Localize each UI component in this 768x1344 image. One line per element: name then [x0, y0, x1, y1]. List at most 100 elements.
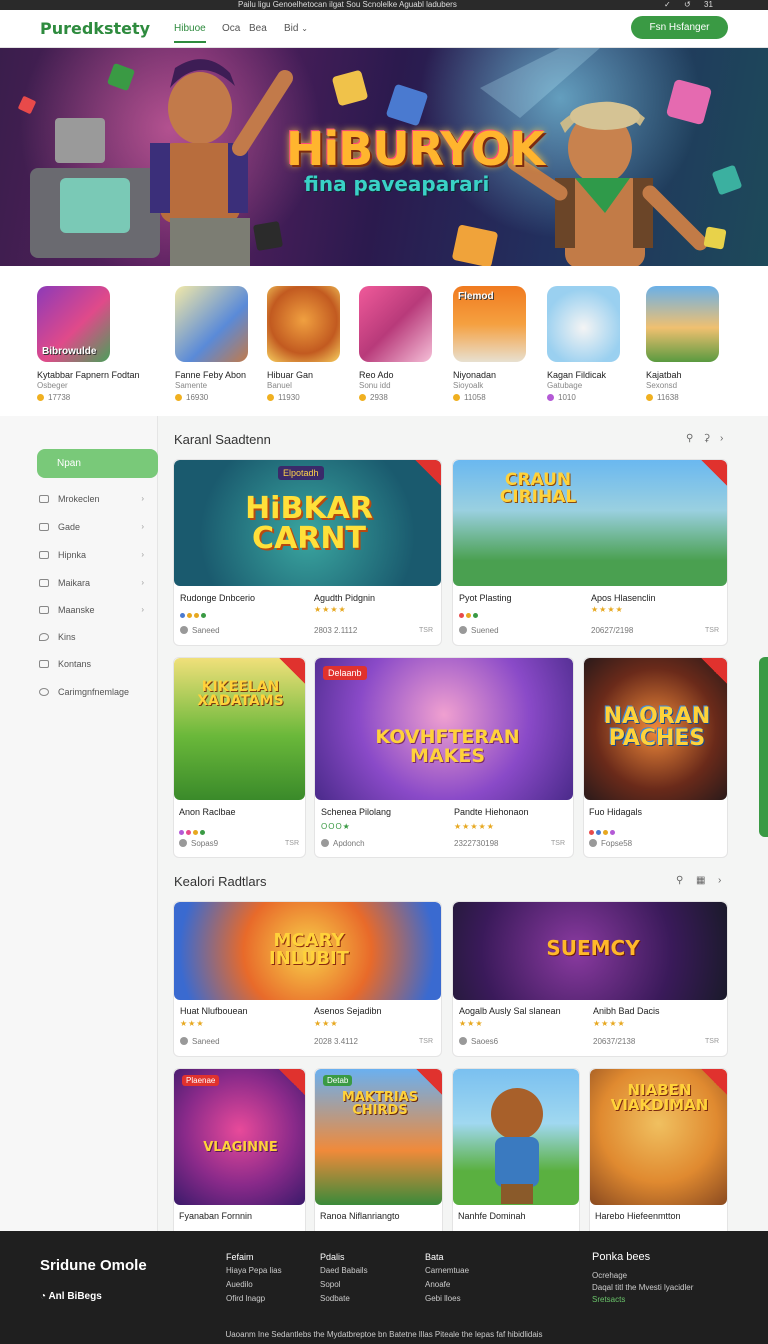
chevron-down-icon: ⌄	[301, 24, 308, 33]
footer-link[interactable]: Anoafe	[425, 1278, 469, 1292]
app-thumbnail	[646, 286, 719, 362]
top-announcement-bar: Pailu ligu Genoelhetocan ilgat Sou Scnol…	[0, 0, 768, 10]
app-rating-value: 16930	[186, 393, 209, 402]
coin-icon	[453, 394, 460, 401]
nav-item-home[interactable]: Hibuoe	[174, 23, 206, 43]
footer-link[interactable]: Ocrehage	[592, 1270, 762, 1282]
filter-icon[interactable]: ⚳	[703, 433, 710, 444]
footer-brand-secondary[interactable]: ◔ Anl BiBegs	[40, 1291, 102, 1302]
game-title: Schenea Pilolang	[321, 807, 392, 817]
game-title: Agudth Pidgnin	[314, 593, 376, 603]
game-card-image: CRAUN CIRIHAL	[453, 460, 727, 586]
nav-item-dropdown[interactable]: Bid ⌄	[284, 23, 308, 34]
app-tile[interactable]: Kagan Fildicak Gatubage 1010	[547, 286, 629, 402]
game-title: Pyot Plasting	[459, 593, 512, 603]
chevron-right-icon: ›	[141, 522, 144, 531]
sidebar-item[interactable]: Carimgnfnemlage	[39, 685, 154, 699]
nav-item-2[interactable]: Oca	[222, 23, 240, 34]
search-icon[interactable]: ⚲	[686, 433, 693, 444]
sidebar-item[interactable]: Hipnka ›	[39, 548, 144, 562]
nav-item-dropdown-label: Bid	[284, 23, 299, 34]
game-card-image: SUEMCY	[453, 902, 727, 1000]
footer-link[interactable]: Sretsacts	[592, 1294, 762, 1306]
ribbon-badge	[416, 1069, 442, 1095]
game-card[interactable]: MCARY INLUBIT Huat Nlufbouean ★★★ Asenos…	[173, 901, 442, 1057]
signup-button[interactable]: Fsn Hsfanger	[631, 16, 728, 39]
app-rating: 16930	[175, 393, 257, 402]
game-card[interactable]: VLAGINNE Plaenae Fyanaban Fornnin	[173, 1068, 306, 1231]
app-tile[interactable]: Reo Ado Sonu idd 2938	[359, 286, 441, 402]
game-meta-label: Suened	[471, 626, 499, 635]
game-card[interactable]: KIKEELAN XADATAMS Anon Raclbae Sopas9 TS…	[173, 657, 306, 858]
app-title: Niyonadan	[453, 370, 497, 380]
app-subtitle: Banuel	[267, 381, 292, 390]
check-icon: ✓	[664, 0, 671, 9]
sidebar-item[interactable]: Kins	[39, 630, 144, 644]
chevron-right-icon[interactable]: ›	[720, 433, 723, 444]
footer-link[interactable]: Daqal titl the Mvesti lyacidler	[592, 1282, 762, 1294]
game-card[interactable]: NIABEN VIAKDIMAN Harebo Hiefeenmtton	[589, 1068, 728, 1231]
footer-link[interactable]: Carnemtuae	[425, 1264, 469, 1278]
footer-link[interactable]: Sodbate	[320, 1292, 368, 1306]
sidebar-item[interactable]: Maanske ›	[39, 603, 144, 617]
app-title: Hibuar Gan	[267, 370, 314, 380]
game-date: 20627/2198	[591, 626, 634, 635]
footer-link[interactable]: Hiaya Pepa lias	[226, 1264, 282, 1278]
footer-link[interactable]: Sopol	[320, 1278, 368, 1292]
game-card-image: NAORAN PACHES	[584, 658, 727, 800]
search-icon[interactable]: ⚲	[676, 875, 683, 886]
footer-link[interactable]: Auedilo	[226, 1278, 282, 1292]
rating-dots	[459, 605, 480, 623]
app-tile[interactable]: Hibuar Gan Banuel 11930	[267, 286, 349, 402]
user-icon	[459, 626, 467, 634]
footer-brand[interactable]: Sridune Omole	[40, 1257, 147, 1274]
footer-link[interactable]: Ofird lnagp	[226, 1292, 282, 1306]
game-card-image: KIKEELAN XADATAMS	[174, 658, 305, 800]
game-card[interactable]: CRAUN CIRIHAL Pyot Plasting Apos Hlasenc…	[452, 459, 728, 646]
game-card[interactable]: HiBKAR CARNT Elpotadh Rudonge Dnbcerio A…	[173, 459, 442, 646]
game-card[interactable]: KOVHFTERAN MAKES Delaanb Schenea Pilolan…	[314, 657, 574, 858]
footer-link[interactable]: Daed Babails	[320, 1264, 368, 1278]
chevron-right-icon[interactable]: ›	[718, 875, 721, 886]
star-rating: ★★★	[180, 1019, 205, 1028]
app-thumbnail-label: Bibrowulde	[42, 346, 97, 357]
game-art-title: NAORAN PACHES	[603, 704, 711, 751]
game-card[interactable]: Nanhfe Dominah	[452, 1068, 580, 1231]
app-tile[interactable]: Fanne Feby Abon Samente 16930	[175, 286, 257, 402]
search-icon	[321, 839, 329, 847]
sidebar-item[interactable]: Kontans	[39, 657, 144, 671]
grid-icon	[39, 579, 49, 587]
star-rating: ★★★★★	[454, 822, 495, 831]
age-badge: TSR	[705, 627, 719, 634]
app-tile[interactable]: Flemod Niyonadan Sioyoalk 11058	[453, 286, 535, 402]
nav-item-3[interactable]: Bea	[249, 23, 267, 34]
sidebar-item-label: Mrokeclen	[58, 494, 100, 504]
app-tile[interactable]: Bibrowulde Kytabbar Fapnern Fodtan Osbeg…	[37, 286, 140, 402]
game-meta-label: Saneed	[192, 626, 220, 635]
section-title: Karanl Saadtenn	[174, 432, 271, 447]
game-card-image: HiBKAR CARNT Elpotadh	[174, 460, 441, 586]
ribbon-badge	[701, 1069, 727, 1095]
settings-icon	[39, 688, 49, 696]
game-card[interactable]: MAKTRIAS CHIRDS Detab Ranoa Niflanriangt…	[314, 1068, 443, 1231]
grid-icon[interactable]: ▦	[696, 875, 705, 886]
site-header: Puredkstety Hibuoe Oca Bea Bid ⌄ Fsn Hsf…	[0, 10, 768, 48]
app-tile[interactable]: Kajatbah Sexonsd 11638	[646, 286, 728, 402]
footer-column: Fefaim Hiaya Pepa lias Auedilo Ofird lna…	[226, 1250, 282, 1306]
sidebar-item[interactable]: Mrokeclen ›	[39, 492, 144, 506]
game-card[interactable]: SUEMCY Aogalb Ausly Sal slanean ★★★ Anib…	[452, 901, 728, 1057]
game-meta-label: Apdonch	[333, 839, 365, 848]
hero-banner[interactable]: HiBURYOK fina paveaparari	[0, 48, 768, 266]
side-scroll-tab[interactable]	[759, 657, 768, 837]
footer-link[interactable]: Gebi lloes	[425, 1292, 469, 1306]
sidebar-item[interactable]: Gade ›	[39, 520, 144, 534]
sidebar-item-label: Kins	[58, 632, 76, 642]
site-logo[interactable]: Puredkstety	[40, 19, 150, 38]
game-card[interactable]: NAORAN PACHES Fuo Hidagals Fopse58	[583, 657, 728, 858]
app-thumbnail	[547, 286, 620, 362]
sidebar-primary-button[interactable]: Npan	[37, 449, 158, 478]
game-meta: Saoes6	[459, 1037, 498, 1046]
app-rating: 1010	[547, 393, 629, 402]
sidebar-item[interactable]: Maikara ›	[39, 576, 144, 590]
hero-subtitle: fina paveaparari	[304, 172, 490, 196]
